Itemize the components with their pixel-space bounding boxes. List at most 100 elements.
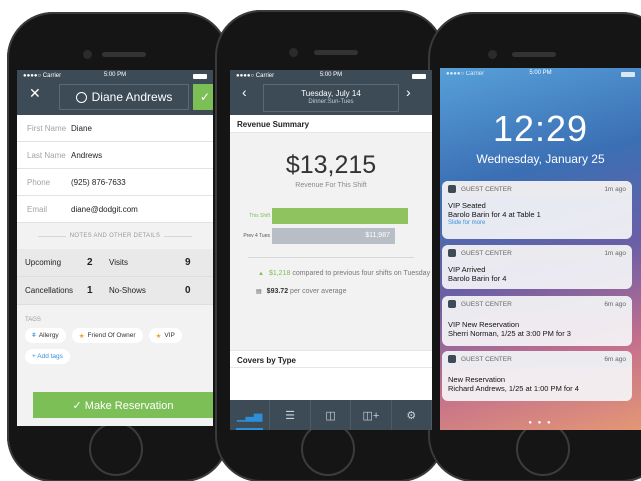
notification-body: Sherri Norman, 1/25 at 3:00 PM for 3	[448, 329, 571, 338]
field-phone[interactable]: Phone (925) 876-7633	[17, 169, 213, 196]
field-label: Email	[27, 204, 48, 214]
guest-profile-screen: ●●●●○ Carrier 5:00 PM ✕ Diane Andrews ✓ …	[17, 70, 213, 426]
app-icon	[448, 249, 456, 257]
slide-for-more: Slide for more	[448, 220, 486, 226]
book-add-icon: ◫+	[362, 409, 380, 422]
star-icon: ★	[78, 332, 85, 340]
notification-time: 1m ago	[604, 185, 626, 193]
bar-row-prev-tues: Prev 4 Tues $11,987	[240, 227, 432, 245]
notification-app: GUEST CENTER	[461, 185, 512, 193]
tab-book[interactable]: ◫	[311, 400, 352, 430]
field-value: Diane	[71, 123, 92, 133]
chevron-left-icon[interactable]: ‹	[242, 84, 247, 100]
tag-label: VIP	[164, 332, 175, 339]
status-time: 5:00 PM	[319, 72, 343, 78]
notification-app: GUEST CENTER	[461, 300, 512, 308]
notification-title: VIP Arrived	[448, 265, 486, 274]
field-label: First Name	[27, 123, 67, 133]
camera	[289, 48, 298, 57]
shift-nav-bar: ●●●●○ Carrier 5:00 PM ‹ Tuesday, July 14…	[230, 70, 432, 115]
home-button[interactable]	[516, 422, 570, 476]
revenue-bar-chart: This Shift Prev 4 Tues $11,987	[230, 189, 432, 249]
notification-time: 1m ago	[604, 249, 626, 257]
home-button[interactable]	[89, 422, 143, 476]
stat-value: 0	[185, 285, 191, 296]
add-tags-button[interactable]: + Add tags	[25, 349, 70, 364]
stat-value: 9	[185, 257, 191, 268]
field-last-name[interactable]: Last Name Andrews	[17, 142, 213, 169]
stat-value: 2	[87, 257, 93, 268]
tag-allergy[interactable]: ǂ Allergy	[25, 328, 66, 343]
lock-date: Wednesday, January 25	[476, 152, 605, 166]
notification-time: 6m ago	[604, 355, 626, 363]
tab-add-booking[interactable]: ◫+	[351, 400, 392, 430]
bar-prev-4-tues: $11,987	[272, 228, 395, 244]
close-icon[interactable]: ✕	[29, 85, 41, 102]
chevron-right-icon[interactable]: ›	[406, 84, 411, 100]
guest-name: Diane Andrews	[91, 90, 173, 104]
bar-label: Prev 4 Tues	[243, 233, 270, 239]
revenue-comparison: ▲ $1,218 compared to previous four shifts…	[230, 258, 432, 298]
tab-bar: ▁▃▅ ☰ ◫ ◫+ ⚙	[230, 400, 432, 430]
home-button[interactable]	[301, 422, 355, 476]
receipt-icon: ▤	[256, 289, 262, 295]
field-value: Andrews	[71, 150, 103, 160]
field-first-name[interactable]: First Name Diane	[17, 115, 213, 142]
tab-settings[interactable]: ⚙	[392, 400, 432, 430]
lock-screen: ●●●●○ Carrier 5:00 PM 12:29 Wednesday, J…	[440, 68, 641, 430]
confirm-button[interactable]: ✓	[193, 84, 213, 110]
compare-value: $1,218	[268, 270, 291, 277]
guest-stats: Upcoming 2 Visits 9 Cancellations 1 No-S…	[17, 249, 213, 305]
notes-section-header[interactable]: NOTES AND OTHER DETAILS	[17, 223, 213, 249]
revenue-caption: Revenue For This Shift	[295, 182, 367, 189]
notification-title: New Reservation	[448, 375, 506, 384]
notification-body: Barolo Barin for 4 at Table 1	[448, 210, 541, 219]
shift-date: Tuesday, July 14	[301, 89, 361, 98]
star-icon: ★	[155, 332, 162, 340]
guest-nav-bar: ●●●●○ Carrier 5:00 PM ✕ Diane Andrews ✓	[17, 70, 213, 115]
tag-vip[interactable]: ★ VIP	[148, 328, 182, 343]
speaker	[314, 50, 358, 55]
status-time: 5:00 PM	[529, 70, 552, 76]
stat-label: No-Shows	[109, 286, 146, 295]
bar-this-shift	[272, 208, 408, 224]
notification[interactable]: GUEST CENTER 6m ago VIP New Reservation Sh…	[442, 296, 632, 346]
notification[interactable]: GUEST CENTER 6m ago New Reservation Richar…	[442, 351, 632, 401]
tab-reports[interactable]: ▁▃▅	[230, 400, 271, 430]
notification[interactable]: GUEST CENTER 1m ago VIP Seated Barolo Bari…	[442, 181, 632, 239]
compare-text: compared to previous four shifts on Tues…	[292, 270, 431, 277]
tag-label: Allergy	[38, 332, 59, 339]
field-label: Phone	[27, 177, 51, 187]
notification-title: VIP Seated	[448, 201, 486, 210]
revenue-total: $13,215 Revenue For This Shift	[230, 133, 432, 189]
status-time: 5:00 PM	[103, 72, 127, 78]
stats-row: Upcoming 2 Visits 9	[17, 249, 213, 277]
user-icon	[75, 91, 87, 103]
per-cover-value: $93.72	[266, 288, 289, 295]
notification-app: GUEST CENTER	[461, 355, 512, 363]
field-value: (925) 876-7633	[71, 177, 126, 187]
tag-friend-of-owner[interactable]: ★ Friend Of Owner	[71, 328, 143, 343]
camera	[488, 50, 497, 59]
speaker	[512, 52, 556, 57]
covers-header: Covers by Type	[230, 350, 432, 368]
revenue-value: $13,215	[285, 151, 377, 179]
notification-body: Richard Andrews, 1/25 at 1:00 PM for 4	[448, 384, 579, 393]
shift-date-selector[interactable]: Tuesday, July 14 Dinner:Sun-Tues	[263, 84, 399, 112]
bar-row-this-shift: This Shift	[240, 207, 432, 225]
notification-app: GUEST CENTER	[461, 249, 512, 257]
tab-reservations[interactable]: ☰	[270, 400, 311, 430]
guest-name-title[interactable]: Diane Andrews	[59, 84, 189, 110]
covers-by-type-card: Covers by Type	[230, 350, 432, 400]
app-icon	[448, 300, 456, 308]
make-reservation-button[interactable]: ✓ Make Reservation	[33, 392, 213, 418]
notification-time: 6m ago	[604, 300, 626, 308]
field-value: diane@dodgit.com	[71, 204, 138, 214]
stats-row: Cancellations 1 No-Shows 0	[17, 277, 213, 305]
shift-subtitle: Dinner:Sun-Tues	[308, 99, 354, 105]
field-email[interactable]: Email diane@dodgit.com	[17, 196, 213, 223]
notification-body: Barolo Barin for 4	[448, 274, 507, 283]
speaker	[102, 52, 146, 57]
notification[interactable]: GUEST CENTER 1m ago VIP Arrived Barolo Bar…	[442, 245, 632, 289]
notes-header-label: NOTES AND OTHER DETAILS	[69, 233, 161, 239]
